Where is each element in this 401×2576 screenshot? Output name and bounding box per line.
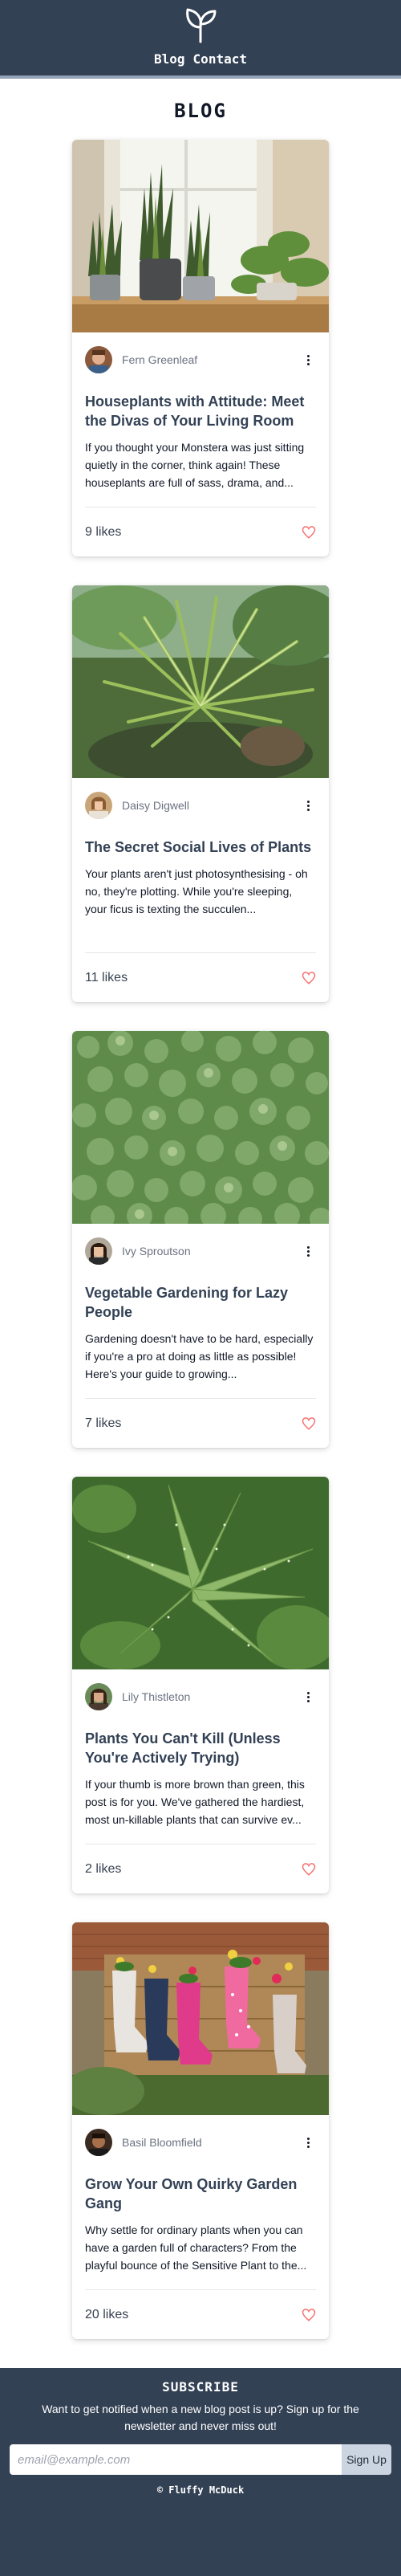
subscribe-title: SUBSCRIBE bbox=[162, 2379, 239, 2395]
post-card[interactable]: Lily Thistleton Plants You Can't Kill (U… bbox=[72, 1477, 329, 1893]
post-excerpt: Why settle for ordinary plants when you … bbox=[85, 2223, 307, 2272]
author-avatar[interactable] bbox=[85, 346, 112, 373]
post-list: Fern Greenleaf Houseplants with Attitude… bbox=[0, 127, 401, 2339]
email-input[interactable] bbox=[10, 2444, 342, 2475]
post-card[interactable]: Basil Bloomfield Grow Your Own Quirky Ga… bbox=[72, 1922, 329, 2339]
card-footer: 11 likes bbox=[85, 952, 316, 1002]
card-footer: 2 likes bbox=[85, 1844, 316, 1893]
more-options-icon[interactable] bbox=[300, 352, 316, 368]
more-options-icon[interactable] bbox=[300, 2134, 316, 2150]
post-image[interactable] bbox=[72, 140, 329, 332]
author-avatar[interactable] bbox=[85, 2129, 112, 2156]
post-excerpt: Gardening doesn't have to be hard, espec… bbox=[85, 1332, 314, 1380]
post-title[interactable]: Houseplants with Attitude: Meet the Diva… bbox=[85, 392, 316, 430]
more-options-icon[interactable] bbox=[300, 1243, 316, 1259]
post-title[interactable]: Plants You Can't Kill (Unless You're Act… bbox=[85, 1729, 316, 1767]
page-title: BLOG bbox=[174, 100, 227, 122]
heart-icon[interactable] bbox=[302, 1416, 316, 1431]
like-count: 7 likes bbox=[85, 1416, 122, 1430]
author-name[interactable]: Basil Bloomfield bbox=[122, 2136, 300, 2149]
post-card[interactable]: Daisy Digwell The Secret Social Lives of… bbox=[72, 585, 329, 1002]
post-card[interactable]: Fern Greenleaf Houseplants with Attitude… bbox=[72, 140, 329, 556]
author-name[interactable]: Fern Greenleaf bbox=[122, 353, 300, 366]
post-excerpt: If your thumb is more brown than green, … bbox=[85, 1778, 305, 1826]
heart-icon[interactable] bbox=[302, 2308, 316, 2322]
heart-icon[interactable] bbox=[302, 1862, 316, 1877]
post-title[interactable]: Vegetable Gardening for Lazy People bbox=[85, 1283, 316, 1322]
card-footer: 9 likes bbox=[85, 507, 316, 556]
post-image[interactable] bbox=[72, 1922, 329, 2115]
post-title[interactable]: Grow Your Own Quirky Garden Gang bbox=[85, 2175, 316, 2213]
author-name[interactable]: Ivy Sproutson bbox=[122, 1245, 300, 1257]
copyright: © Fluffy McDuck bbox=[156, 2484, 245, 2496]
main-nav: Blog Contact bbox=[154, 51, 247, 67]
post-image[interactable] bbox=[72, 1477, 329, 1669]
subscribe-section: SUBSCRIBE Want to get notified when a ne… bbox=[0, 2368, 401, 2576]
heart-icon[interactable] bbox=[302, 971, 316, 985]
post-card[interactable]: Ivy Sproutson Vegetable Gardening for La… bbox=[72, 1031, 329, 1448]
author-avatar[interactable] bbox=[85, 792, 112, 819]
post-excerpt: If you thought your Monstera was just si… bbox=[85, 441, 305, 489]
more-options-icon[interactable] bbox=[300, 1689, 316, 1705]
subscribe-text: Want to get notified when a new blog pos… bbox=[42, 2403, 359, 2432]
like-count: 20 likes bbox=[85, 2307, 129, 2321]
heart-icon[interactable] bbox=[302, 525, 316, 540]
post-image[interactable] bbox=[72, 585, 329, 778]
nav-link-contact[interactable]: Contact bbox=[193, 51, 247, 67]
post-image[interactable] bbox=[72, 1031, 329, 1224]
author-name[interactable]: Lily Thistleton bbox=[122, 1690, 300, 1703]
subscribe-form: Sign Up bbox=[10, 2444, 391, 2475]
like-count: 11 likes bbox=[85, 970, 128, 984]
nav-link-blog[interactable]: Blog bbox=[154, 51, 185, 67]
more-options-icon[interactable] bbox=[300, 797, 316, 813]
card-footer: 7 likes bbox=[85, 1398, 316, 1448]
author-name[interactable]: Daisy Digwell bbox=[122, 799, 300, 812]
post-title[interactable]: The Secret Social Lives of Plants bbox=[85, 838, 316, 857]
site-header: Blog Contact bbox=[0, 0, 401, 79]
like-count: 2 likes bbox=[85, 1861, 122, 1876]
card-footer: 20 likes bbox=[85, 2289, 316, 2339]
author-avatar[interactable] bbox=[85, 1237, 112, 1265]
post-excerpt: Your plants aren't just photosynthesisin… bbox=[85, 867, 308, 915]
author-avatar[interactable] bbox=[85, 1683, 112, 1710]
sign-up-button[interactable]: Sign Up bbox=[342, 2444, 391, 2475]
like-count: 9 likes bbox=[85, 524, 122, 539]
sprout-icon[interactable] bbox=[181, 6, 220, 45]
